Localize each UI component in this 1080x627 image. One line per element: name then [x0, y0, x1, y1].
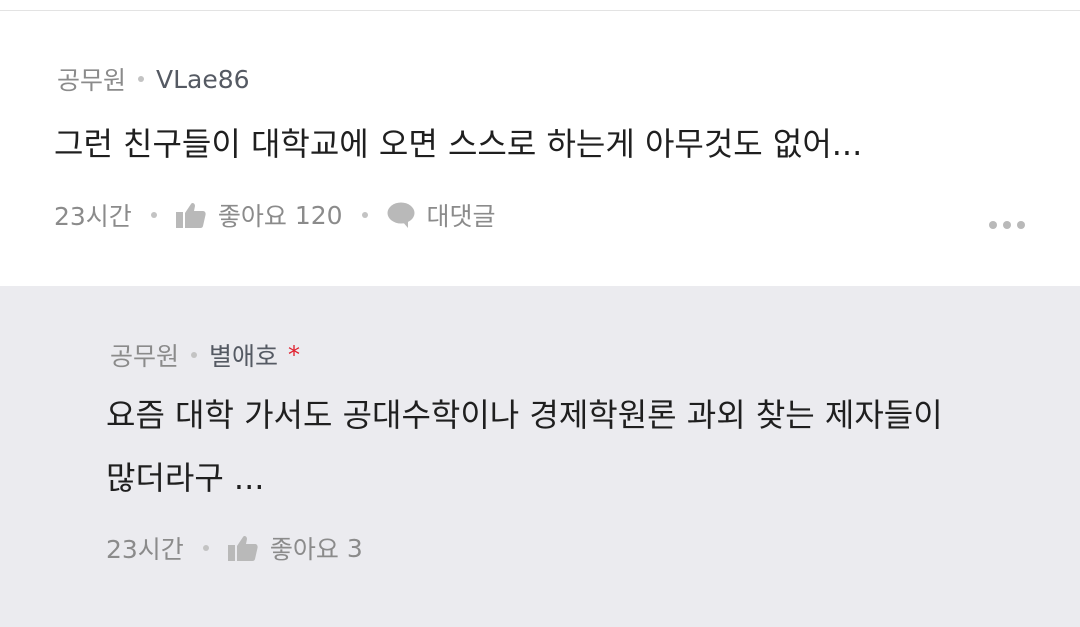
- reply-text-line: 요즘 대학 가서도 공대수학이나 경제학원론 과외 찾는 제자들이: [106, 396, 943, 434]
- meta-separator: [138, 76, 145, 82]
- comment-reply: 공무원 별애호 * 요즘 대학 가서도 공대수학이나 경제학원론 과외 찾는 제…: [0, 286, 1080, 627]
- comment-actions: 23시간 좋아요 120 대댓글: [54, 197, 496, 233]
- actions-separator: [150, 212, 157, 218]
- reply-text: 요즘 대학 가서도 공대수학이나 경제학원론 과외 찾는 제자들이 많더라구 .…: [106, 384, 943, 510]
- comment-author[interactable]: VLae86: [156, 65, 250, 94]
- reply-category: 공무원: [110, 342, 180, 371]
- reply-like-button[interactable]: 좋아요 3: [227, 530, 363, 566]
- actions-separator: [202, 545, 209, 551]
- comment-text: 그런 친구들이 대학교에 오면 스스로 하는게 아무것도 없어...: [54, 125, 863, 163]
- like-button[interactable]: 좋아요 120: [175, 197, 343, 233]
- meta-separator: [191, 352, 198, 358]
- reply-author[interactable]: 별애호: [209, 337, 278, 373]
- reply-meta: 공무원 별애호 *: [110, 337, 300, 373]
- reply-label: 대댓글: [426, 202, 496, 231]
- reply-button[interactable]: 대댓글: [387, 197, 496, 233]
- comment-meta: 공무원 VLae86: [57, 61, 250, 97]
- reply-time: 23시간: [106, 535, 184, 564]
- like-label: 좋아요: [217, 202, 287, 231]
- reply-text-line: 많더라구 ...: [106, 459, 265, 497]
- like-label: 좋아요: [269, 535, 339, 564]
- speech-bubble-icon: [387, 202, 415, 228]
- thumbs-up-icon: [227, 535, 258, 561]
- thumbs-up-icon: [175, 202, 206, 228]
- like-count: 3: [346, 533, 363, 563]
- reply-actions: 23시간 좋아요 3: [106, 530, 363, 566]
- author-mark: *: [288, 341, 301, 369]
- actions-separator: [361, 212, 368, 218]
- comment-time: 23시간: [54, 202, 132, 231]
- comment-main: 공무원 VLae86 그런 친구들이 대학교에 오면 스스로 하는게 아무것도 …: [0, 11, 1080, 286]
- comment-category: 공무원: [57, 66, 127, 95]
- more-options-icon[interactable]: [989, 221, 1025, 229]
- like-count: 120: [294, 200, 343, 230]
